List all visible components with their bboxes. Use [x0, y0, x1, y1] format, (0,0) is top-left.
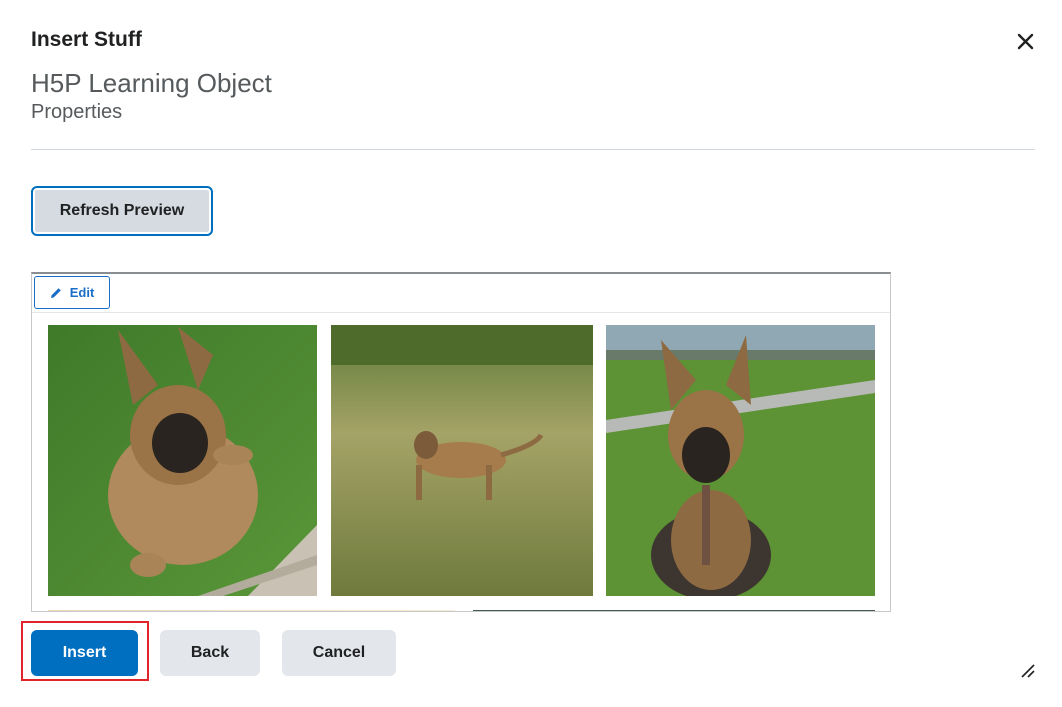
- edit-toolbar: Edit: [32, 274, 890, 313]
- dog-photo-2: [331, 325, 593, 596]
- section-heading: Properties: [31, 101, 123, 123]
- dog-photo-1: [48, 325, 317, 596]
- pencil-icon: [50, 287, 61, 298]
- close-button[interactable]: [1012, 28, 1040, 56]
- close-icon: [1017, 33, 1034, 50]
- insert-button[interactable]: Insert: [31, 630, 138, 676]
- refresh-preview-button[interactable]: Refresh Preview: [31, 186, 213, 236]
- cancel-button[interactable]: Cancel: [282, 630, 396, 676]
- dialog-subtitle: H5P Learning Object: [31, 68, 272, 98]
- dog-photo-5: [473, 610, 875, 611]
- header-divider: [31, 149, 1035, 150]
- dog-photo-3: [606, 325, 875, 596]
- dog-photo-4: [48, 610, 455, 611]
- edit-button[interactable]: Edit: [34, 276, 110, 309]
- preview-frame[interactable]: Edit: [31, 272, 891, 612]
- back-button[interactable]: Back: [160, 630, 260, 676]
- edit-label: Edit: [69, 285, 95, 300]
- dialog-title: Insert Stuff: [31, 28, 142, 51]
- resize-grip-icon[interactable]: [1018, 660, 1038, 680]
